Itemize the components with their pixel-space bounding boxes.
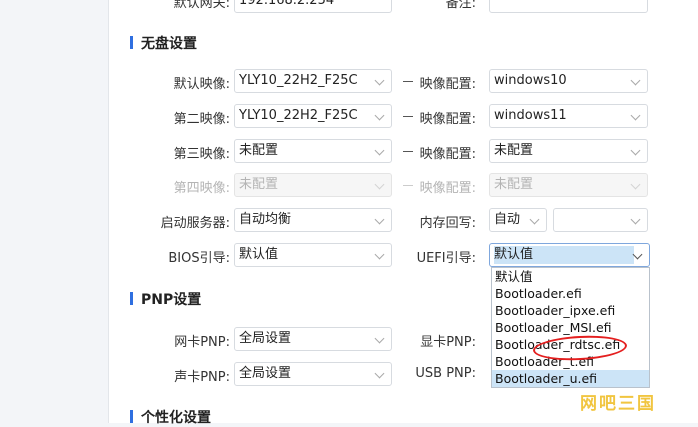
mem-writeback-select[interactable]: 自动 [489, 208, 547, 232]
gateway-input[interactable]: 192.168.2.254 [234, 0, 392, 13]
second-image-label: 第二映像: [173, 112, 230, 127]
third-config-select[interactable]: 未配置 [489, 139, 648, 163]
chevron-down-icon [632, 249, 643, 260]
uefi-boot-value: 默认值 [494, 246, 634, 264]
boot-server-label: 启动服务器: [160, 216, 230, 231]
chevron-down-icon [374, 368, 385, 379]
fourth-config-label: 映像配置: [419, 181, 476, 196]
nic-pnp-select[interactable]: 全局设置 [234, 327, 392, 351]
remark-label: 备注: [445, 0, 476, 11]
boot-server-value: 自动均衡 [239, 212, 292, 227]
sound-pnp-label: 声卡PNP: [174, 370, 230, 385]
sound-pnp-select[interactable]: 全局设置 [234, 362, 392, 386]
section-diskless: 无盘设置 [130, 33, 197, 53]
fourth-config-value: 未配置 [494, 177, 534, 192]
second-config-select[interactable]: windows11 [489, 104, 648, 128]
dropdown-option-highlighted[interactable]: Bootloader_u.efi [492, 370, 649, 387]
third-image-label: 第三映像: [173, 147, 230, 162]
section-pnp-title: PNP设置 [141, 292, 202, 308]
chevron-down-icon [374, 333, 385, 344]
chevron-down-icon [529, 214, 540, 225]
section-bar [130, 36, 133, 49]
section-personal-title: 个性化设置 [141, 410, 211, 426]
chevron-down-icon [374, 110, 385, 121]
chevron-down-icon [630, 75, 641, 86]
remark-input[interactable] [489, 0, 648, 13]
chevron-down-icon [374, 214, 385, 225]
mem-writeback-label: 内存回写: [419, 216, 476, 231]
bios-boot-label: BIOS引导: [168, 251, 230, 266]
uefi-dropdown-list[interactable]: 默认值 Bootloader.efi Bootloader_ipxe.efi B… [491, 267, 650, 388]
usb-pnp-label: USB PNP: [415, 366, 476, 381]
chevron-down-icon [630, 179, 641, 190]
watermark-logo: 网吧三国 [580, 394, 656, 414]
chevron-down-icon [374, 145, 385, 156]
uefi-boot-label: UEFI引导: [416, 251, 476, 266]
second-config-value: windows11 [494, 108, 567, 123]
third-image-select[interactable]: 未配置 [234, 139, 392, 163]
uefi-boot-select[interactable]: 默认值 [489, 243, 650, 267]
fourth-image-select: 未配置 [234, 173, 392, 197]
section-bar [130, 410, 133, 423]
section-personal: 个性化设置 [130, 407, 211, 427]
second-config-label: 映像配置: [419, 112, 476, 127]
chevron-down-icon [630, 214, 641, 225]
bios-boot-value: 默认值 [239, 247, 279, 262]
second-image-select[interactable]: YLY10_22H2_F25C [234, 104, 392, 128]
default-config-value: windows10 [494, 73, 567, 88]
section-pnp: PNP设置 [130, 289, 201, 309]
sound-pnp-value: 全局设置 [239, 366, 292, 381]
chevron-down-icon [374, 179, 385, 190]
dropdown-option[interactable]: Bootloader_ipxe.efi [492, 302, 649, 319]
chevron-down-icon [374, 249, 385, 260]
second-image-value: YLY10_22H2_F25C [239, 108, 358, 123]
nic-pnp-value: 全局设置 [239, 331, 292, 346]
fourth-config-select: 未配置 [489, 173, 648, 197]
third-image-value: 未配置 [239, 143, 279, 158]
default-config-label: 映像配置: [419, 77, 476, 92]
boot-server-select[interactable]: 自动均衡 [234, 208, 392, 232]
dropdown-option[interactable]: 默认值 [492, 268, 649, 285]
bios-boot-select[interactable]: 默认值 [234, 243, 392, 267]
mem-writeback-size-select[interactable] [553, 208, 648, 232]
third-config-label: 映像配置: [419, 147, 476, 162]
third-config-value: 未配置 [494, 143, 534, 158]
section-diskless-title: 无盘设置 [141, 36, 197, 52]
chevron-down-icon [630, 110, 641, 121]
default-image-label: 默认映像: [173, 77, 230, 92]
fourth-image-label: 第四映像: [173, 181, 230, 196]
chevron-down-icon [630, 145, 641, 156]
gateway-value: 192.168.2.254 [239, 0, 335, 8]
dropdown-option[interactable]: Bootloader_MSI.efi [492, 319, 649, 336]
section-bar [130, 292, 133, 305]
default-config-select[interactable]: windows10 [489, 69, 648, 93]
nic-pnp-label: 网卡PNP: [174, 335, 230, 350]
gpu-pnp-label: 显卡PNP: [420, 335, 476, 350]
mem-writeback-value: 自动 [494, 212, 521, 227]
default-image-value: YLY10_22H2_F25C [239, 73, 358, 88]
default-image-select[interactable]: YLY10_22H2_F25C [234, 69, 392, 93]
chevron-down-icon [374, 75, 385, 86]
dropdown-option[interactable]: Bootloader.efi [492, 285, 649, 302]
fourth-image-value: 未配置 [239, 177, 279, 192]
gateway-label: 默认网关: [173, 0, 230, 11]
